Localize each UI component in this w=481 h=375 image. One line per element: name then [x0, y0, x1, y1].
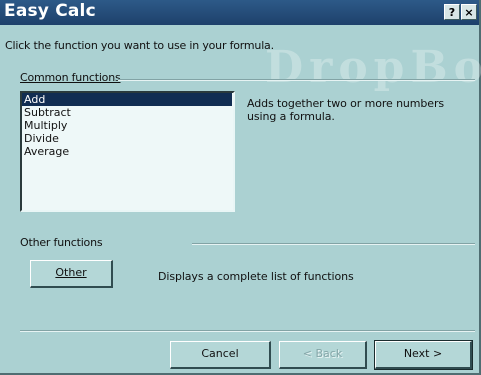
other-button-label: Other — [55, 266, 87, 279]
common-functions-label-text: Common functions — [20, 71, 121, 84]
other-functions-divider — [192, 243, 475, 245]
cancel-button[interactable]: Cancel — [170, 341, 271, 369]
function-description-line1: Adds together two or more numbers — [247, 97, 445, 110]
list-item-multiply[interactable]: Multiply — [22, 119, 233, 132]
instructions-text: Click the function you want to use in yo… — [5, 39, 274, 52]
list-item-divide[interactable]: Divide — [22, 132, 233, 145]
common-functions-divider — [118, 79, 475, 81]
close-icon[interactable]: × — [461, 4, 477, 20]
common-functions-label: Common functions — [20, 71, 121, 84]
easy-calc-dialog: Easy Calc ? × DropBoo Click the function… — [0, 0, 481, 375]
window-title: Easy Calc — [4, 1, 96, 21]
next-button[interactable]: Next > — [374, 340, 473, 370]
common-functions-list[interactable]: Add Subtract Multiply Divide Average — [20, 91, 235, 212]
title-bar[interactable]: Easy Calc ? × — [0, 0, 479, 25]
other-button[interactable]: Other — [30, 260, 113, 288]
other-description: Displays a complete list of functions — [158, 270, 354, 283]
function-description-line2: using a formula. — [247, 110, 335, 123]
help-icon[interactable]: ? — [444, 4, 460, 20]
button-separator — [20, 330, 475, 332]
list-item-subtract[interactable]: Subtract — [22, 106, 233, 119]
back-button[interactable]: < Back — [279, 341, 367, 369]
list-item-average[interactable]: Average — [22, 145, 233, 158]
list-item-add[interactable]: Add — [22, 93, 232, 106]
other-functions-label: Other functions — [20, 236, 103, 249]
watermark: DropBoo — [265, 42, 481, 93]
function-description: Adds together two or more numbers using … — [247, 97, 444, 123]
